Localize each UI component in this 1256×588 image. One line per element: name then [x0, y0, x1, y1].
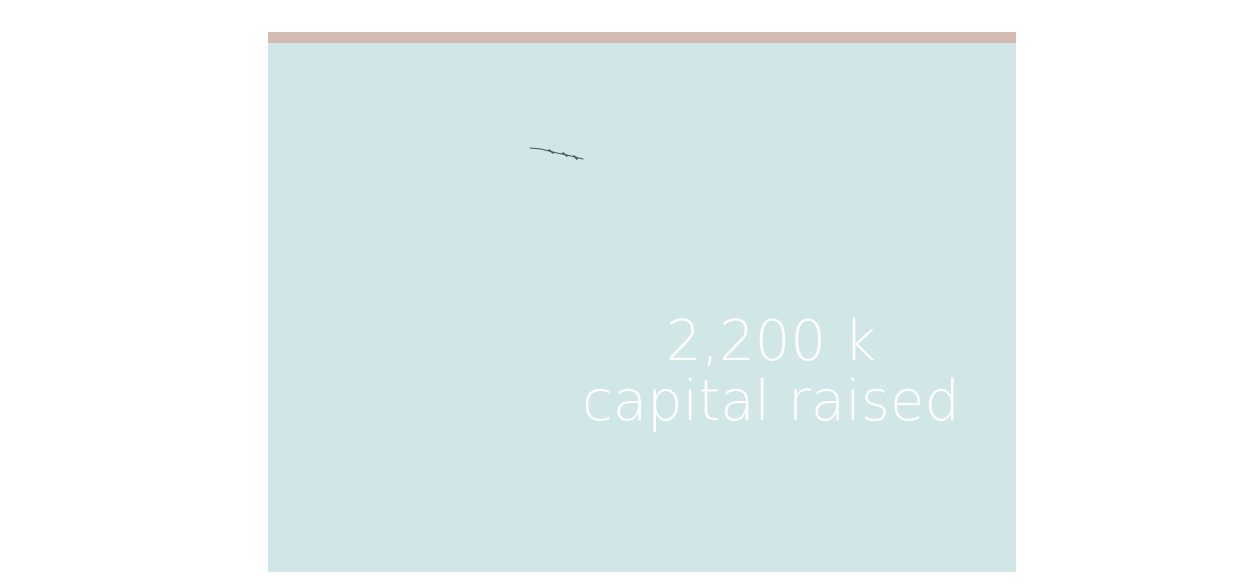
stat-label: capital raised	[582, 369, 960, 435]
stat-card: 2,200 k capital raised	[268, 32, 1016, 572]
stat-value: 2,200 k	[665, 309, 877, 374]
stat-block: 2,200 k capital raised	[568, 309, 974, 435]
flying-bird-icon	[529, 147, 584, 160]
card-top-bar	[268, 32, 1016, 43]
